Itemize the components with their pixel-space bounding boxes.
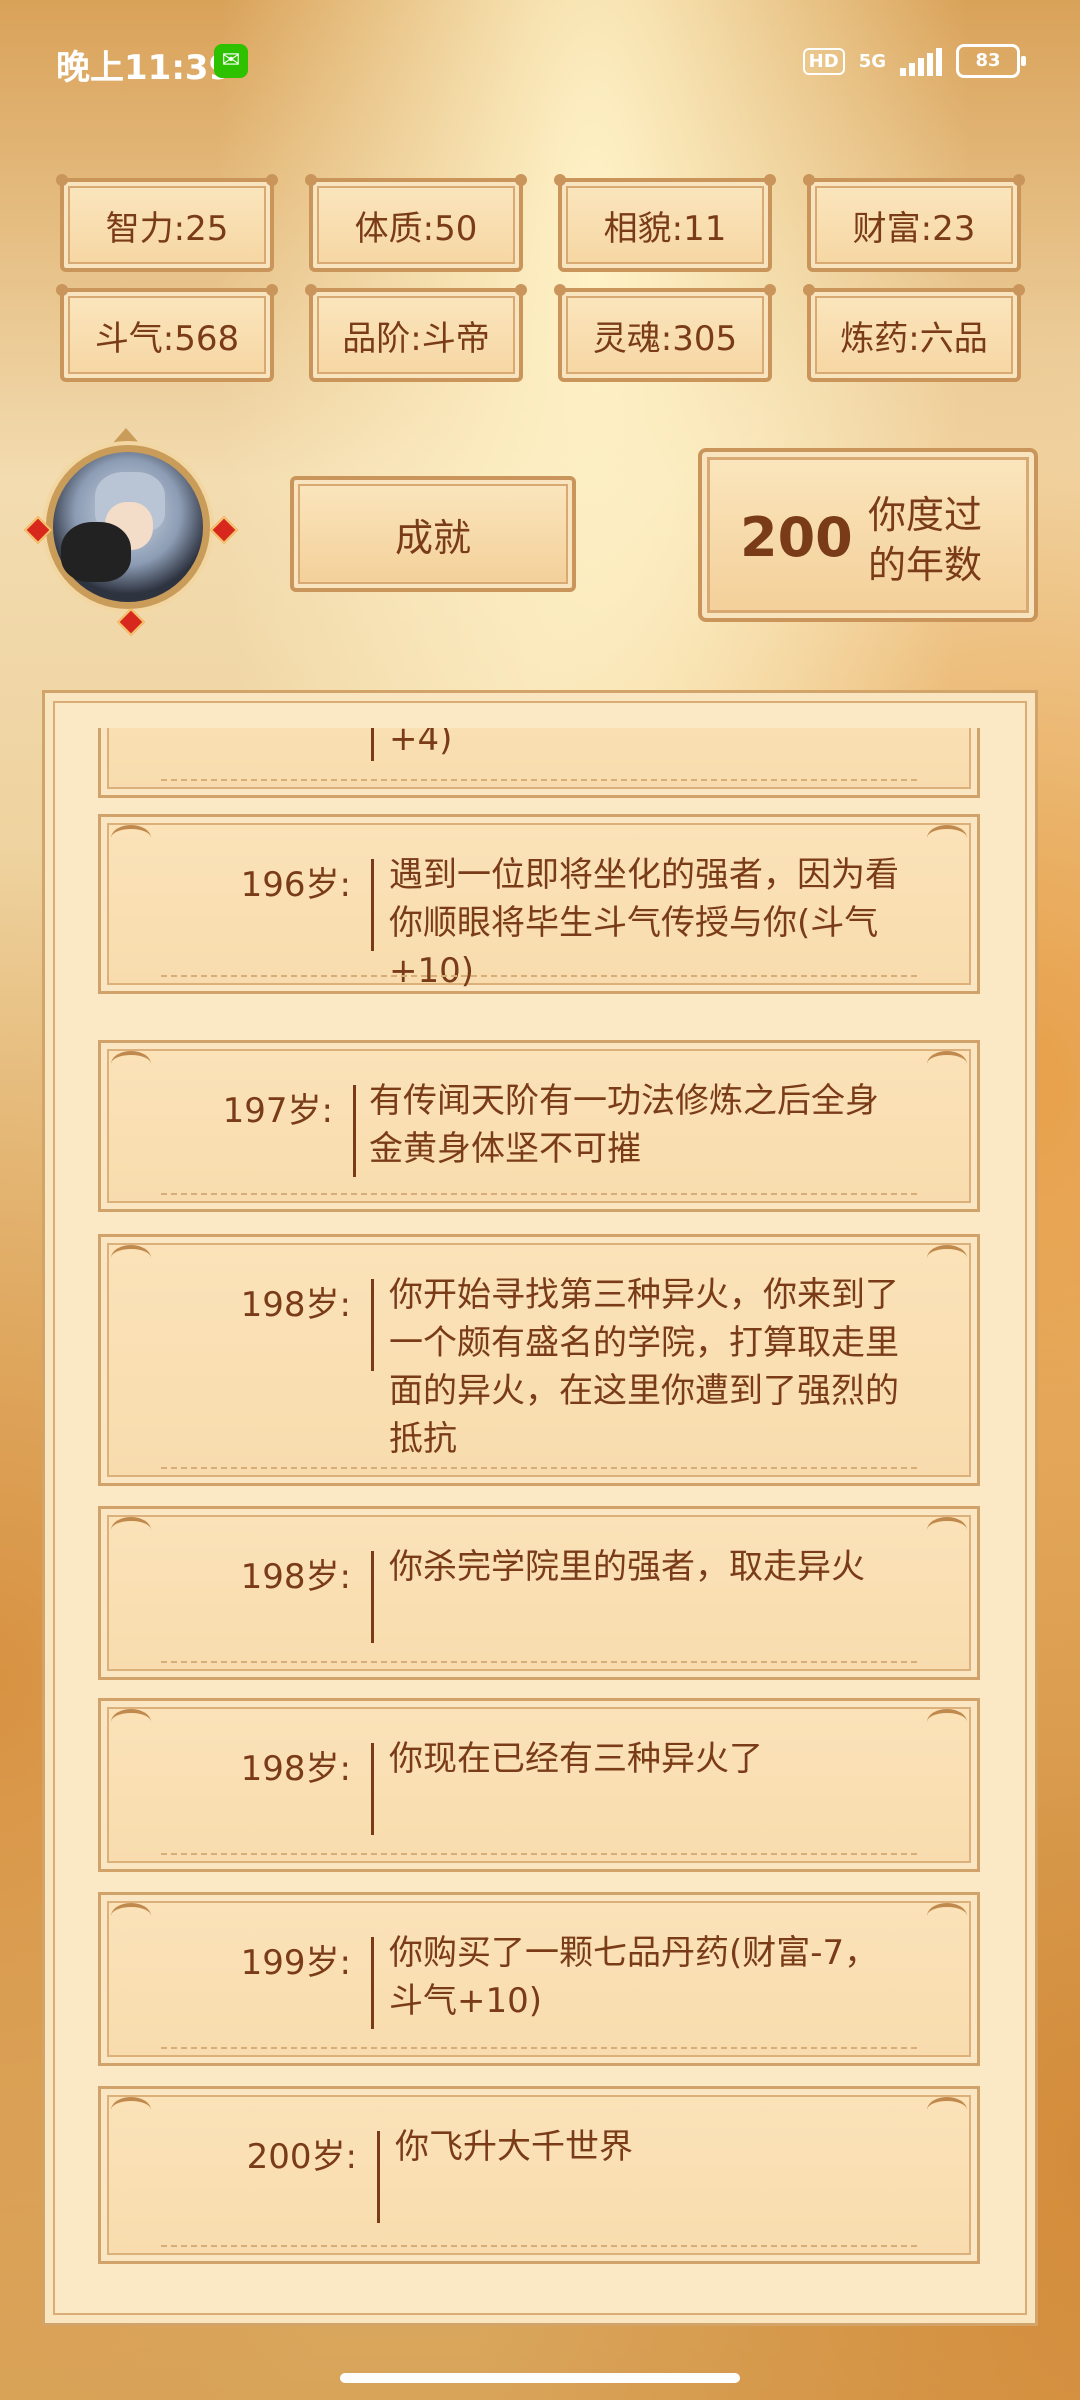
gem-bottom-icon <box>116 607 146 637</box>
ornament-right-icon <box>927 825 967 851</box>
list-item: 200岁: 你飞升大千世界 <box>98 2086 980 2264</box>
avatar[interactable] <box>46 445 210 609</box>
stat-intelligence: 智力:25 <box>56 174 278 272</box>
stats-grid: 智力:25 体质:50 相貌:11 财富:23 斗气:568 品阶:斗帝 灵魂:… <box>56 174 1025 382</box>
list-item: 197岁: 有传闻天阶有一功法修炼之后全身金黄身体坚不可摧 <box>98 1040 980 1212</box>
ornament-right-icon <box>927 1709 967 1735</box>
years-panel: 200 你度过的年数 <box>698 448 1038 622</box>
entry-wave <box>161 1655 917 1663</box>
entry-text: 你杀完学院里的强者，取走异火 <box>389 1547 865 1587</box>
battery-icon: 83 <box>956 44 1026 78</box>
entry-text: 有传闻天阶有一功法修炼之后全身金黄身体坚不可摧 <box>369 1081 879 1169</box>
ornament-right-icon <box>927 2097 967 2123</box>
entry-wave <box>161 1461 917 1469</box>
stat-alchemy: 炼药:六品 <box>803 284 1025 382</box>
list-item: 198岁: 你杀完学院里的强者，取走异火 <box>98 1506 980 1680</box>
list-item: 198岁: 你现在已经有三种异火了 <box>98 1698 980 1872</box>
entry-wave <box>161 2239 917 2247</box>
ornament-left-icon <box>111 2097 151 2123</box>
avatar-cat <box>61 522 131 582</box>
ornament-right-icon <box>927 1051 967 1077</box>
hd-icon: HD <box>802 47 845 75</box>
ornament-left-icon <box>111 1709 151 1735</box>
stat-douqi: 斗气:568 <box>56 284 278 382</box>
ornament-left-icon <box>111 825 151 851</box>
entry-divider <box>371 1743 374 1835</box>
entry-divider <box>371 859 374 951</box>
entry-text: 你现在已经有三种异火了 <box>389 1739 763 1779</box>
home-indicator[interactable] <box>340 2373 740 2383</box>
signal-icon <box>900 46 942 76</box>
ornament-right-icon <box>927 1903 967 1929</box>
entry-age: 199岁: <box>240 1943 351 1983</box>
gem-right-icon <box>209 515 239 545</box>
entry-wave <box>161 969 917 977</box>
entry-age: 198岁: <box>240 1285 351 1325</box>
entry-text: 你购买了一颗七品丹药(财富-7，斗气+10) <box>389 1933 879 2021</box>
entry-divider <box>353 1085 356 1177</box>
status-time: 晚上11:39 <box>56 48 233 88</box>
stat-soul: 灵魂:305 <box>554 284 776 382</box>
list-item: 198岁: 你开始寻找第三种异火，你来到了一个颇有盛名的学院，打算取走里面的异火… <box>98 1234 980 1486</box>
life-log-list[interactable]: +4) 196岁: 遇到一位即将坐化的强者，因为看你顺眼将毕生斗气传授与你(斗气… <box>48 728 980 2318</box>
ornament-left-icon <box>111 1903 151 1929</box>
entry-text: 你开始寻找第三种异火，你来到了一个颇有盛名的学院，打算取走里面的异火，在这里你遭… <box>389 1275 899 1459</box>
years-label: 你度过的年数 <box>868 493 983 587</box>
stat-rank: 品阶:斗帝 <box>305 284 527 382</box>
entry-divider <box>371 1551 374 1643</box>
list-item-partial: +4) <box>98 728 980 798</box>
ornament-left-icon <box>111 1245 151 1271</box>
stat-wealth: 财富:23 <box>803 174 1025 272</box>
entry-age: 197岁: <box>222 1091 333 1131</box>
entry-wave <box>161 1187 917 1195</box>
entry-divider <box>371 1937 374 2029</box>
entry-age: 200岁: <box>246 2137 357 2177</box>
entry-wave <box>161 1847 917 1855</box>
entry-divider <box>371 1279 374 1371</box>
ornament-right-icon <box>927 1245 967 1271</box>
entry-age: 198岁: <box>240 1557 351 1597</box>
ornament-right-icon <box>927 1517 967 1543</box>
entry-divider <box>371 728 374 761</box>
achievement-button[interactable]: 成就 <box>290 476 576 592</box>
stat-constitution: 体质:50 <box>305 174 527 272</box>
entry-text: +4) <box>389 728 453 759</box>
entry-wave <box>161 2041 917 2049</box>
stat-appearance: 相貌:11 <box>554 174 776 272</box>
entry-wave <box>161 773 917 781</box>
status-bar: 晚上11:39 ✉ HD 5G 83 <box>0 0 1080 120</box>
list-item: 196岁: 遇到一位即将坐化的强者，因为看你顺眼将毕生斗气传授与你(斗气+10) <box>98 814 980 994</box>
years-value: 200 <box>740 506 853 569</box>
wechat-icon: ✉ <box>214 44 248 78</box>
entry-age: 198岁: <box>240 1749 351 1789</box>
entry-text: 你飞升大千世界 <box>395 2127 633 2167</box>
ornament-left-icon <box>111 1517 151 1543</box>
network-label: 5G <box>858 50 886 72</box>
avatar-crown-icon <box>112 428 140 444</box>
status-right: HD 5G 83 <box>802 44 1026 78</box>
entry-age: 196岁: <box>240 865 351 905</box>
list-item: 199岁: 你购买了一颗七品丹药(财富-7，斗气+10) <box>98 1892 980 2066</box>
ornament-left-icon <box>111 1051 151 1077</box>
entry-divider <box>377 2131 380 2223</box>
